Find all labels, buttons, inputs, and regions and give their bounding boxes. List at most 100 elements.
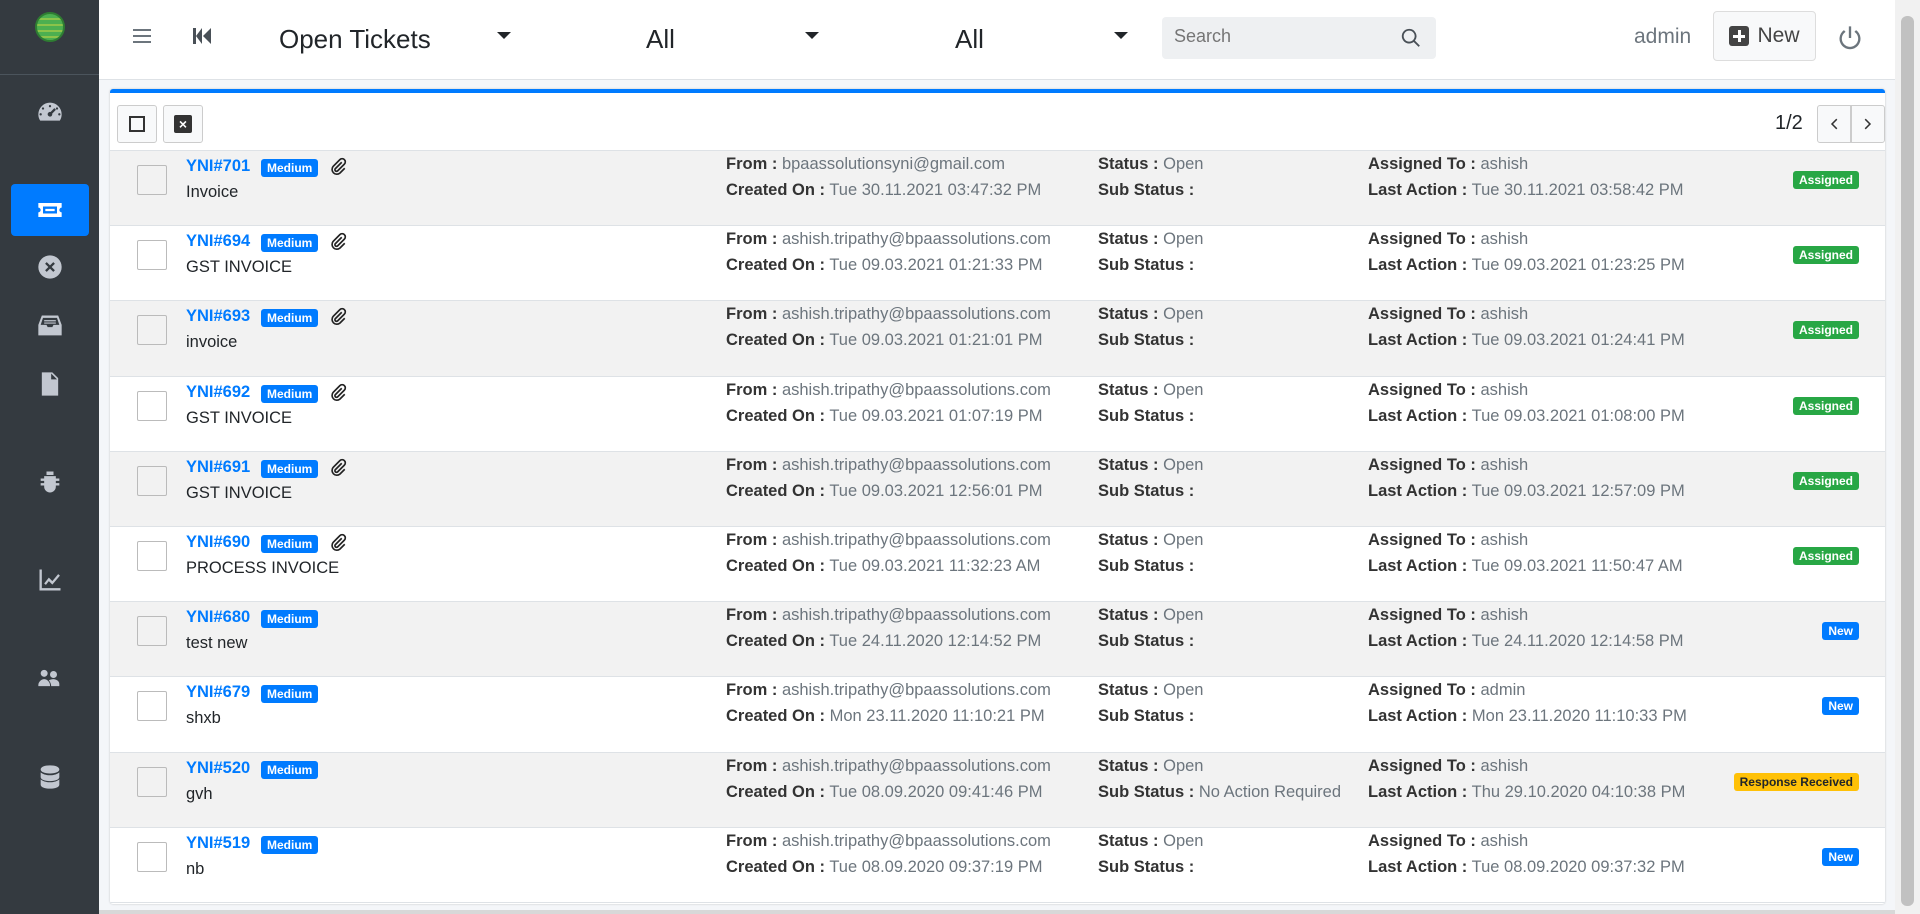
last-action-value: Tue 24.11.2020 12:14:58 PM [1471, 632, 1684, 651]
ticket-row[interactable]: YNI#679 Medium shxb From : ashish.tripathy@… [110, 677, 1885, 753]
created-label: Created On : [726, 181, 826, 199]
ticket-subject[interactable]: GST INVOICE [186, 484, 292, 503]
nav-tickets[interactable] [11, 184, 89, 236]
created-value: Tue 08.09.2020 09:41:46 PM [829, 782, 1043, 801]
sub-status-label: Sub Status : [1098, 256, 1195, 275]
row-checkbox[interactable] [137, 165, 167, 195]
row-checkbox[interactable] [137, 390, 167, 421]
from-label: From : [726, 831, 778, 850]
ticket-subject[interactable]: GST INVOICE [186, 258, 292, 277]
assigned-value: ashish [1480, 831, 1529, 850]
nav-bugs[interactable] [11, 456, 89, 508]
first-page-button[interactable] [190, 24, 214, 53]
ticket-row[interactable]: YNI#701 Medium Invoice From : bpaassolution… [110, 151, 1885, 227]
created-value: Tue 08.09.2020 09:37:19 PM [829, 857, 1043, 876]
ticket-id-link[interactable]: YNI#690 [186, 533, 250, 552]
created-value: Mon 23.11.2020 11:10:21 PM [829, 707, 1045, 726]
select-all-button[interactable] [117, 105, 157, 143]
ticket-row[interactable]: YNI#519 Medium nb From : ashish.tripathy@bp… [110, 828, 1885, 903]
clear-selection-button[interactable]: × [163, 105, 203, 143]
row-checkbox[interactable] [137, 240, 167, 271]
from-label: From : [726, 530, 778, 549]
ticket-subject[interactable]: nb [186, 860, 204, 879]
card-tools: × 1/2 [110, 93, 1885, 151]
created-label: Created On : [726, 857, 826, 876]
ticket-row[interactable]: YNI#692 Medium GST INVOICE From : ashish.tr… [110, 377, 1885, 452]
ticket-id-link[interactable]: YNI#693 [186, 307, 250, 326]
last-action-label: Last Action : [1368, 331, 1468, 350]
new-ticket-button[interactable]: New [1713, 11, 1816, 61]
ticket-row[interactable]: YNI#680 Medium test new From : ashish.tripa… [110, 602, 1885, 678]
filter-select-1[interactable]: All [646, 22, 675, 56]
sub-status-label: Sub Status : [1098, 181, 1195, 199]
ticket-subject[interactable]: gvh [186, 785, 213, 804]
ticket-id-link[interactable]: YNI#701 [186, 157, 250, 176]
ticket-id-link[interactable]: YNI#680 [186, 608, 250, 627]
ticket-row[interactable]: YNI#690 Medium PROCESS INVOICE From : ashis… [110, 527, 1885, 603]
row-checkbox[interactable] [137, 465, 167, 496]
last-action-field: Last Action : Tue 09.03.2021 11:50:47 AM [1368, 557, 1683, 576]
ticket-row[interactable]: YNI#694 Medium GST INVOICE From : ashish.tr… [110, 226, 1885, 302]
search-input[interactable] [1174, 26, 1394, 47]
nav-users[interactable] [11, 652, 89, 704]
nav-closed[interactable] [11, 241, 89, 293]
filter-1-caret-icon[interactable] [805, 32, 819, 39]
nav-database[interactable] [11, 751, 89, 803]
sub-status-field: Sub Status : [1098, 707, 1194, 726]
ticket-subject[interactable]: PROCESS INVOICE [186, 559, 339, 578]
created-field: Created On : Tue 09.03.2021 01:21:01 PM [726, 331, 1042, 350]
from-field: From : ashish.tripathy@bpaassolutions.co… [726, 681, 1051, 700]
row-checkbox[interactable] [137, 841, 167, 872]
page-indicator: 1/2 [1775, 112, 1803, 134]
ticket-id-link[interactable]: YNI#692 [186, 383, 250, 402]
row-checkbox[interactable] [137, 315, 167, 346]
status-field: Status : Open [1098, 531, 1203, 550]
ticket-id-link[interactable]: YNI#679 [186, 683, 250, 702]
view-select-caret-icon[interactable] [497, 32, 511, 39]
next-page-button[interactable] [1851, 105, 1885, 143]
view-select[interactable]: Open Tickets [279, 22, 431, 56]
ticket-subject[interactable]: test new [186, 634, 247, 653]
ticket-id-link[interactable]: YNI#519 [186, 834, 250, 853]
vertical-scrollbar[interactable] [1895, 0, 1920, 914]
menu-toggle[interactable] [130, 24, 154, 53]
nav-files[interactable] [11, 358, 89, 410]
from-field: From : ashish.tripathy@bpaassolutions.co… [726, 606, 1051, 625]
ticket-id-link[interactable]: YNI#520 [186, 759, 250, 778]
ticket-subject[interactable]: Invoice [186, 183, 238, 202]
ticket-id-link[interactable]: YNI#694 [186, 232, 250, 251]
last-action-label: Last Action : [1368, 632, 1468, 651]
ticket-subject[interactable]: GST INVOICE [186, 409, 292, 428]
nav-inbox[interactable] [11, 300, 89, 352]
nav-reports[interactable] [11, 554, 89, 606]
ticket-row[interactable]: YNI#691 Medium GST INVOICE From : ashish.tr… [110, 451, 1885, 527]
logout-button[interactable] [1836, 24, 1864, 57]
ticket-row[interactable]: YNI#520 Medium gvh From : ashish.tripathy@b… [110, 752, 1885, 828]
filter-2-caret-icon[interactable] [1114, 32, 1128, 39]
status-field: Status : Open [1098, 757, 1203, 776]
from-label: From : [726, 681, 778, 700]
search-button[interactable] [1400, 27, 1422, 54]
priority-badge: Medium [261, 234, 319, 253]
row-checkbox[interactable] [137, 766, 167, 797]
ticket-icon [38, 203, 62, 217]
ticket-id-link[interactable]: YNI#691 [186, 458, 250, 477]
created-field: Created On : Mon 23.11.2020 11:10:21 PM [726, 707, 1045, 726]
nav-dashboard[interactable] [11, 86, 89, 138]
file-icon [41, 372, 59, 396]
prev-page-button[interactable] [1817, 105, 1851, 143]
row-checkbox[interactable] [137, 691, 167, 722]
filter-select-2[interactable]: All [955, 22, 984, 56]
sub-status-field: Sub Status : No Action Required [1098, 783, 1341, 802]
row-checkbox[interactable] [137, 616, 167, 647]
created-value: Tue 09.03.2021 01:21:33 PM [829, 256, 1043, 275]
username[interactable]: admin [1634, 25, 1691, 49]
ticket-row[interactable]: YNI#693 Medium invoice From : ashish.tripat… [110, 301, 1885, 377]
scrollbar-thumb[interactable] [1901, 16, 1914, 906]
status-field: Status : Open [1098, 832, 1203, 851]
ticket-subject[interactable]: invoice [186, 333, 237, 352]
ticket-subject[interactable]: shxb [186, 709, 221, 728]
topbar: Open Tickets All All admin New [99, 0, 1895, 80]
logo[interactable] [34, 12, 65, 42]
row-checkbox[interactable] [137, 540, 167, 571]
